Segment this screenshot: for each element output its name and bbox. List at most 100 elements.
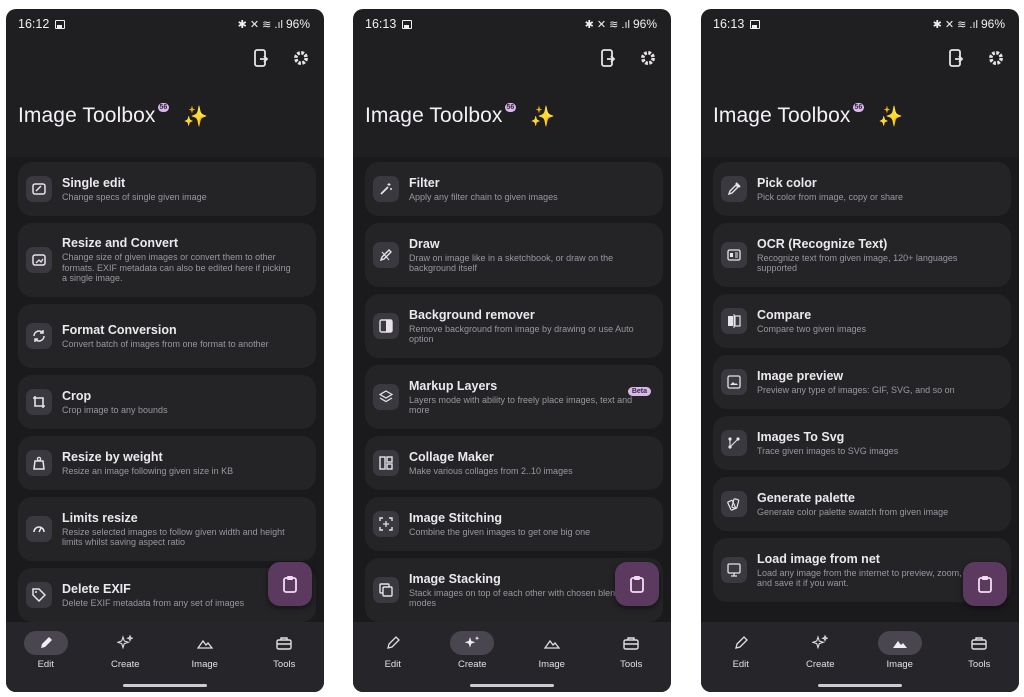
draw-icon: [373, 242, 399, 268]
compare-icon: [721, 308, 747, 334]
list-item-image-stitching[interactable]: Image Stitching Combine the given images …: [365, 497, 663, 551]
item-description: Combine the given images to get one big …: [409, 526, 591, 537]
app-title: Image Toolbox: [713, 104, 851, 127]
item-description: Compare two given images: [757, 323, 867, 334]
list-item-ocr[interactable]: OCR (Recognize Text) Recognize text from …: [713, 223, 1011, 287]
list-item-limits-resize[interactable]: Limits resize Resize selected images to f…: [18, 497, 316, 561]
nav-label: Tools: [273, 659, 296, 670]
nav-edit[interactable]: Edit: [361, 631, 425, 692]
list-item-resize-by-weight[interactable]: Resize by weight Resize an image followin…: [18, 436, 316, 490]
item-title: Resize and Convert: [62, 236, 179, 251]
toolbox-icon: [623, 637, 639, 650]
list-item-image-preview[interactable]: Image preview Preview any type of images:…: [713, 355, 1011, 409]
item-description: Recognize text from given image, 120+ la…: [757, 252, 958, 274]
clipboard-icon: [978, 576, 992, 593]
nav-label: Edit: [732, 659, 749, 670]
paste-clipboard-button[interactable]: [615, 562, 659, 606]
nav-label: Image: [191, 659, 218, 670]
item-description: Remove background from image by drawing …: [409, 323, 634, 345]
nav-image[interactable]: Image: [868, 631, 932, 692]
nav-image[interactable]: Image: [520, 631, 584, 692]
nav-label: Create: [110, 659, 140, 670]
item-title: Single edit: [62, 175, 126, 190]
bottom-navigation: Edit Create Image Tools: [701, 622, 1019, 692]
home-indicator[interactable]: [818, 684, 902, 687]
list-item-resize-convert[interactable]: Resize and Convert Change size of given i…: [18, 223, 316, 297]
item-title: Images To Svg: [757, 429, 845, 444]
settings-gear-icon[interactable]: [290, 47, 312, 69]
item-title: Resize by weight: [62, 449, 163, 464]
toolbox-icon: [971, 637, 987, 650]
list-item-crop[interactable]: Crop Crop image to any bounds: [18, 375, 316, 429]
phone-screen-image: 16:13 ✱ ✕ ≋ .ıl 96% Image Toolbox 56 ✨ Pick…: [701, 9, 1019, 692]
nav-tools[interactable]: Tools: [252, 631, 316, 692]
list-item-pick-color[interactable]: Pick color Pick color from image, copy or…: [713, 162, 1011, 216]
gallery-notification-icon: [402, 19, 413, 29]
list-item-background-remover[interactable]: Background remover Remove background from…: [365, 294, 663, 358]
settings-gear-icon[interactable]: [637, 47, 659, 69]
stitching-icon: [373, 511, 399, 537]
home-indicator[interactable]: [470, 684, 554, 687]
nav-create[interactable]: Create: [440, 631, 504, 692]
list-item-filter[interactable]: Filter Apply any filter chain to given im…: [365, 162, 663, 216]
item-description: Make various collages from 2..10 images: [409, 465, 573, 476]
layers-icon: [373, 384, 399, 410]
bottom-navigation: Edit Create Image Tools: [353, 622, 671, 692]
nav-image[interactable]: Image: [173, 631, 237, 692]
toolbox-icon: [276, 637, 292, 650]
item-title: Background remover: [409, 307, 535, 322]
battery-level: 96%: [632, 17, 657, 31]
crop-icon: [26, 389, 52, 415]
pencil-icon: [40, 637, 52, 648]
battery-level: 96%: [285, 17, 310, 31]
nav-label: Tools: [620, 659, 643, 670]
list-item-collage-maker[interactable]: Collage Maker Make various collages from …: [365, 436, 663, 490]
clock: 16:12: [18, 17, 50, 31]
eyedropper-icon: [721, 176, 747, 202]
mountains-icon: [892, 641, 907, 648]
mountains-icon: [543, 639, 560, 649]
tools-list: Pick color Pick color from image, copy or…: [701, 157, 1019, 622]
sparkles-icon: [812, 635, 829, 650]
list-item-single-edit[interactable]: Single edit Change specs of single given …: [18, 162, 316, 216]
settings-gear-icon[interactable]: [985, 47, 1007, 69]
clock: 16:13: [365, 17, 397, 31]
share-export-icon[interactable]: [250, 47, 272, 69]
share-export-icon[interactable]: [945, 47, 967, 69]
paste-clipboard-button[interactable]: [963, 562, 1007, 606]
item-title: Image Stacking: [409, 571, 501, 586]
item-title: Image preview: [757, 368, 844, 383]
nav-create[interactable]: Create: [93, 631, 157, 692]
app-title: Image Toolbox: [365, 104, 503, 127]
item-title: Filter: [409, 175, 440, 190]
item-description: Change specs of single given image: [62, 191, 207, 202]
web-image-icon: [721, 557, 747, 583]
sparkles-icon: [464, 636, 480, 648]
item-title: Pick color: [757, 175, 817, 190]
item-description: Preview any type of images: GIF, SVG, an…: [757, 384, 955, 395]
nav-tools[interactable]: Tools: [947, 631, 1011, 692]
list-item-format-conversion[interactable]: Format Conversion Convert batch of images…: [18, 304, 316, 368]
share-export-icon[interactable]: [597, 47, 619, 69]
nav-edit[interactable]: Edit: [14, 631, 78, 692]
list-item-compare[interactable]: Compare Compare two given images: [713, 294, 1011, 348]
pencil-icon: [386, 636, 400, 649]
list-item-draw[interactable]: Draw Draw on image like in a sketchbook, …: [365, 223, 663, 287]
list-item-images-to-svg[interactable]: Images To Svg Trace given images to SVG i…: [713, 416, 1011, 470]
tools-list: Filter Apply any filter chain to given im…: [353, 157, 671, 622]
item-description: Resize an image following given size in …: [62, 465, 234, 476]
list-item-generate-palette[interactable]: Generate palette Generate color palette s…: [713, 477, 1011, 531]
paste-clipboard-button[interactable]: [268, 562, 312, 606]
pencil-icon: [734, 636, 748, 649]
nav-edit[interactable]: Edit: [709, 631, 773, 692]
nav-label: Edit: [384, 659, 401, 670]
mountains-icon: [196, 639, 213, 649]
item-description: Resize selected images to follow given w…: [62, 526, 285, 548]
home-indicator[interactable]: [123, 684, 207, 687]
version-badge: 56: [157, 102, 170, 112]
nav-create[interactable]: Create: [788, 631, 852, 692]
list-item-markup-layers[interactable]: Markup Layers Layers mode with ability to…: [365, 365, 663, 429]
version-badge: 56: [504, 102, 517, 112]
item-title: Crop: [62, 388, 92, 403]
nav-tools[interactable]: Tools: [599, 631, 663, 692]
